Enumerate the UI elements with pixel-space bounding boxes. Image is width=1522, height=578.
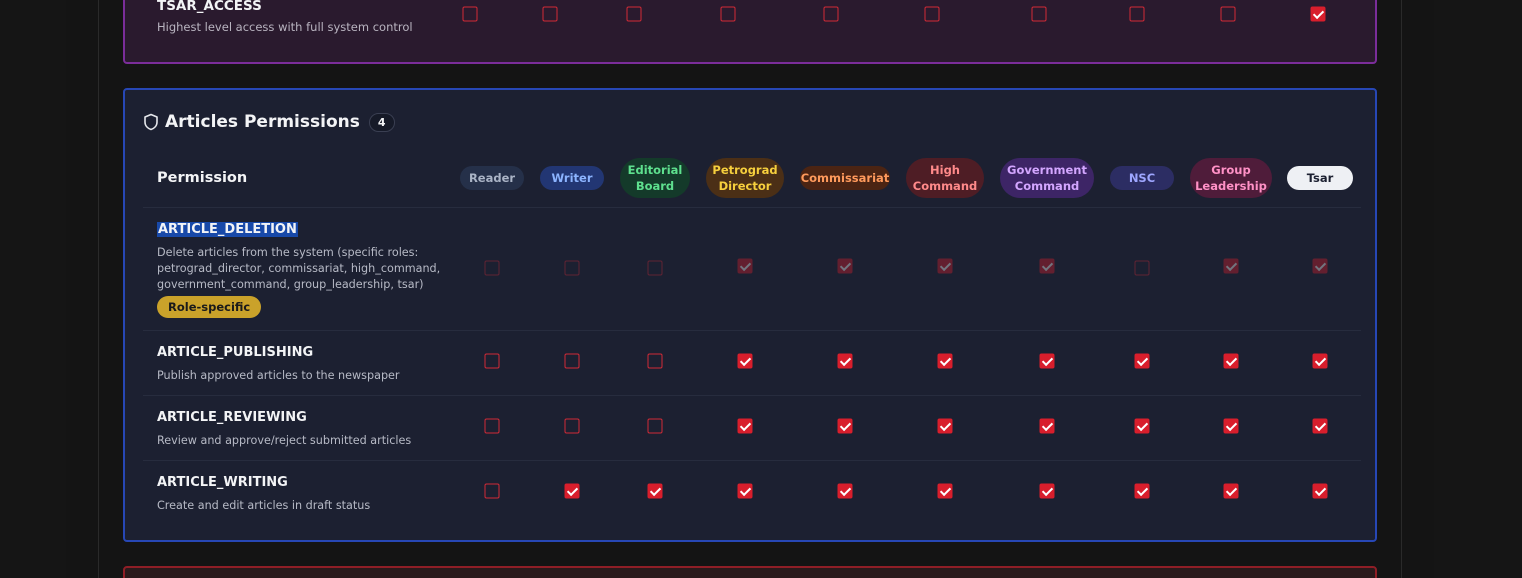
checkbox-article-reviewing-editorial-board[interactable] (647, 418, 663, 434)
permission-description: Publish approved articles to the newspap… (157, 368, 400, 384)
permission-description: Create and edit articles in draft status (157, 498, 370, 514)
permission-name: ARTICLE_WRITING (157, 475, 288, 490)
checkbox-article-deletion-tsar (1312, 258, 1328, 274)
checkbox-article-reviewing-tsar[interactable] (1312, 418, 1328, 434)
checkbox-article-publishing-tsar[interactable] (1312, 353, 1328, 369)
checkbox-tsar-access-editorial-board[interactable] (626, 6, 642, 22)
role-header-tsar: Tsar (1287, 166, 1353, 190)
checkbox-article-writing-reader[interactable] (484, 483, 500, 499)
role-header-high-command: High Command (906, 158, 984, 198)
checkbox-tsar-access-tsar[interactable] (1310, 6, 1326, 22)
permission-name-text: ARTICLE_WRITING (157, 475, 288, 490)
role-header-reader: Reader (460, 166, 524, 190)
checkbox-article-deletion-petrograd-director (737, 258, 753, 274)
checkbox-article-publishing-reader[interactable] (484, 353, 500, 369)
checkbox-tsar-access-petrograd-director[interactable] (720, 6, 736, 22)
checkbox-article-deletion-commissariat (837, 258, 853, 274)
checkbox-article-publishing-petrograd-director[interactable] (737, 353, 753, 369)
checkbox-article-deletion-reader (484, 260, 500, 276)
checkbox-article-writing-writer[interactable] (564, 483, 580, 499)
permission-description-line: Review and approve/reject submitted arti… (157, 434, 412, 447)
checkbox-article-writing-editorial-board[interactable] (647, 483, 663, 499)
right-gutter (1434, 0, 1522, 578)
checkbox-article-deletion-editorial-board (647, 260, 663, 276)
shield-icon (144, 113, 158, 131)
role-header-nsc: NSC (1110, 166, 1174, 190)
permission-name: ARTICLE_DELETION (157, 222, 298, 237)
checkbox-article-reviewing-petrograd-director[interactable] (737, 418, 753, 434)
checkbox-article-deletion-high-command (937, 258, 953, 274)
checkbox-article-publishing-writer[interactable] (564, 353, 580, 369)
checkbox-article-writing-petrograd-director[interactable] (737, 483, 753, 499)
row-divider (143, 395, 1361, 396)
checkbox-tsar-access-nsc[interactable] (1129, 6, 1145, 22)
permission-description: Delete articles from the system (specifi… (157, 245, 440, 293)
permission-description-line: government_command, group_leadership, ts… (157, 278, 424, 291)
checkbox-article-writing-group-leadership[interactable] (1223, 483, 1239, 499)
permission-description: Review and approve/reject submitted arti… (157, 433, 411, 449)
checkbox-tsar-access-high-command[interactable] (924, 6, 940, 22)
checkbox-article-publishing-nsc[interactable] (1134, 353, 1150, 369)
permission-name-text: ARTICLE_REVIEWING (157, 410, 307, 425)
role-header-group-leadership: Group Leadership (1190, 158, 1272, 198)
row-divider (143, 207, 1361, 208)
checkbox-article-reviewing-nsc[interactable] (1134, 418, 1150, 434)
permission-description-line: Create and edit articles in draft status (157, 499, 371, 512)
checkbox-article-publishing-commissariat[interactable] (837, 353, 853, 369)
articles-permissions-card: Articles Permissions 4 Permission Reader… (123, 88, 1377, 542)
role-header-government-command: Government Command (1000, 158, 1094, 198)
permission-description: Highest level access with full system co… (157, 20, 413, 34)
checkbox-article-deletion-government-command (1039, 258, 1055, 274)
checkbox-article-writing-commissariat[interactable] (837, 483, 853, 499)
permission-description-line: petrograd_director, commissariat, high_c… (157, 262, 441, 275)
permission-name: ARTICLE_REVIEWING (157, 410, 307, 425)
permission-name: ARTICLE_PUBLISHING (157, 345, 313, 360)
permission-name-text: ARTICLE_DELETION (157, 222, 298, 237)
checkbox-article-deletion-nsc (1134, 260, 1150, 276)
role-header-editorial-board: Editorial Board (620, 158, 690, 198)
checkbox-tsar-access-commissariat[interactable] (823, 6, 839, 22)
permission-count-badge: 4 (368, 112, 395, 132)
next-section-card (123, 566, 1377, 578)
section-header: Articles Permissions 4 (143, 110, 395, 134)
checkbox-tsar-access-reader[interactable] (462, 6, 478, 22)
role-specific-badge: Role-specific (157, 296, 262, 318)
checkbox-article-reviewing-reader[interactable] (484, 418, 500, 434)
permission-column-header: Permission (157, 170, 248, 186)
checkbox-tsar-access-writer[interactable] (542, 6, 558, 22)
checkbox-article-reviewing-writer[interactable] (564, 418, 580, 434)
role-header-writer: Writer (540, 166, 604, 190)
tsar-permissions-card: TSAR_ACCESS Highest level access with fu… (123, 0, 1377, 64)
row-divider (143, 330, 1361, 331)
checkbox-article-reviewing-high-command[interactable] (937, 418, 953, 434)
left-gutter (0, 0, 66, 578)
checkbox-article-writing-high-command[interactable] (937, 483, 953, 499)
permission-name-text: ARTICLE_PUBLISHING (157, 345, 314, 360)
checkbox-article-publishing-group-leadership[interactable] (1223, 353, 1239, 369)
permission-description-line: Delete articles from the system (specifi… (157, 246, 419, 259)
checkbox-article-reviewing-group-leadership[interactable] (1223, 418, 1239, 434)
checkbox-tsar-access-group-leadership[interactable] (1220, 6, 1236, 22)
checkbox-article-deletion-group-leadership (1223, 258, 1239, 274)
permission-description-line: Publish approved articles to the newspap… (157, 369, 400, 382)
checkbox-article-publishing-high-command[interactable] (937, 353, 953, 369)
permission-name: TSAR_ACCESS (157, 0, 262, 14)
checkbox-article-writing-nsc[interactable] (1134, 483, 1150, 499)
role-header-petrograd-director: Petrograd Director (706, 158, 784, 198)
role-header-commissariat: Commissariat (800, 166, 890, 190)
checkbox-article-publishing-editorial-board[interactable] (647, 353, 663, 369)
checkbox-article-reviewing-government-command[interactable] (1039, 418, 1055, 434)
row-divider (143, 460, 1361, 461)
checkbox-article-writing-government-command[interactable] (1039, 483, 1055, 499)
checkbox-article-reviewing-commissariat[interactable] (837, 418, 853, 434)
checkbox-tsar-access-government-command[interactable] (1031, 6, 1047, 22)
checkbox-article-deletion-writer (564, 260, 580, 276)
section-title: Articles Permissions (165, 112, 360, 132)
checkbox-article-writing-tsar[interactable] (1312, 483, 1328, 499)
checkbox-article-publishing-government-command[interactable] (1039, 353, 1055, 369)
